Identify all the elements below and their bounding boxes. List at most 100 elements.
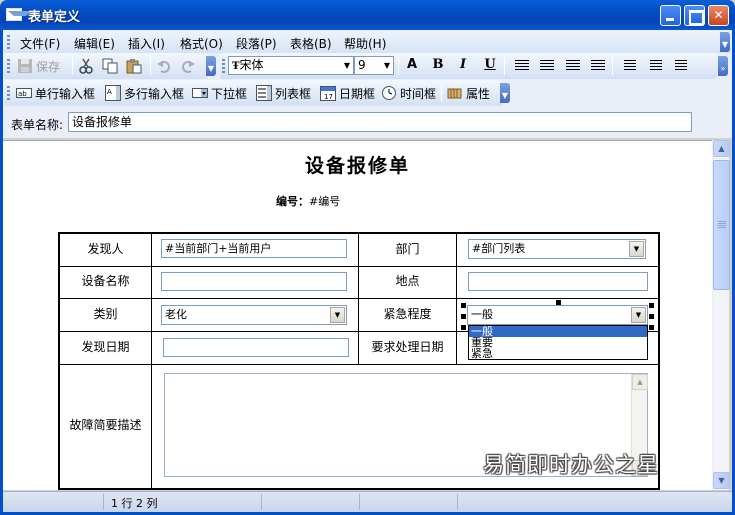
resize-handle[interactable]	[461, 314, 466, 319]
font-size-select[interactable]: 9 ▼	[354, 56, 394, 75]
multi-input-button[interactable]: A 多行输入框	[105, 84, 184, 102]
resize-handle[interactable]	[649, 303, 654, 308]
form-name-row: 表单名称: 设备报修单	[3, 110, 732, 138]
bold-button[interactable]: B	[429, 57, 447, 72]
font-size-value: 9	[358, 58, 366, 72]
separator	[441, 84, 442, 102]
minimize-button[interactable]	[660, 5, 681, 26]
align-center-icon[interactable]	[540, 60, 554, 71]
required-date-label: 要求处理日期	[371, 340, 444, 354]
number-value: #编号	[309, 195, 341, 208]
form-editor[interactable]: 设备报修单 编号：#编号 发现人 #当前部门+当前用户 部门 #部门列表 ▼ 设…	[3, 140, 712, 490]
finder-input[interactable]: #当前部门+当前用户	[161, 239, 347, 258]
department-value: #部门列表	[472, 242, 526, 255]
category-select[interactable]: 老化 ▼	[161, 305, 347, 325]
form-name-label: 表单名称:	[11, 118, 64, 132]
properties-label: 属性	[466, 86, 491, 101]
dropdown-button[interactable]: 下拉框	[192, 84, 247, 102]
underline-button[interactable]: U	[481, 57, 499, 72]
menu-format[interactable]: 格式(O)	[180, 35, 223, 52]
document-number: 编号：#编号	[276, 193, 340, 209]
resize-handle[interactable]	[461, 303, 466, 308]
align-left-icon[interactable]	[515, 60, 529, 71]
status-bar: 1 行 2 列	[3, 491, 732, 512]
save-label: 保存	[36, 59, 61, 74]
time-box-button[interactable]: 时间框	[381, 84, 436, 102]
separator	[72, 57, 73, 75]
resize-handle[interactable]	[649, 314, 654, 319]
menu-paragraph[interactable]: 段落(P)	[236, 35, 277, 52]
dropdown-icon	[192, 85, 208, 101]
category-value: 老化	[165, 308, 187, 321]
grip-handle[interactable]	[7, 86, 10, 100]
form-name-input[interactable]: 设备报修单	[68, 112, 692, 132]
resize-handle[interactable]	[556, 300, 561, 305]
bullet-list-icon[interactable]	[624, 60, 636, 71]
undo-button[interactable]	[156, 57, 175, 75]
urgency-options-list[interactable]: 一般 重要 紧急	[468, 325, 648, 360]
grip-handle[interactable]	[7, 59, 10, 73]
department-select[interactable]: #部门列表 ▼	[468, 239, 646, 259]
watermark-text: 易简即时办公之星	[483, 453, 659, 477]
align-right-icon[interactable]	[566, 60, 580, 71]
svg-text:A: A	[107, 88, 112, 96]
menu-help[interactable]: 帮助(H)	[344, 35, 386, 52]
listbox-label: 列表框	[275, 86, 312, 101]
align-justify-icon[interactable]	[591, 60, 605, 71]
option-urgent[interactable]: 紧急	[469, 348, 647, 359]
single-input-button[interactable]: ab 单行输入框	[16, 84, 95, 102]
separator	[504, 57, 505, 75]
menu-file[interactable]: 文件(F)	[20, 35, 60, 52]
mail-icon	[6, 8, 32, 21]
textarea-icon: A	[105, 85, 121, 101]
textbox-icon: ab	[16, 85, 32, 101]
device-name-input[interactable]	[161, 272, 347, 291]
listbox-button[interactable]: 列表框	[256, 84, 311, 102]
time-box-label: 时间框	[400, 86, 437, 101]
scroll-thumb[interactable]	[713, 160, 730, 290]
scroll-up-icon[interactable]: ▲	[713, 140, 730, 157]
hand-pointer-icon	[447, 85, 463, 101]
separator	[150, 57, 151, 75]
location-input[interactable]	[468, 272, 648, 291]
controls-overflow-chevron-icon[interactable]: ▼	[500, 83, 510, 103]
scroll-up-icon[interactable]: ▲	[632, 374, 648, 390]
close-button[interactable]: ✕	[708, 5, 729, 26]
menu-insert[interactable]: 插入(I)	[128, 35, 165, 52]
font-color-button[interactable]: A	[403, 57, 421, 72]
calendar-icon: 17	[320, 85, 336, 101]
editor-vertical-scrollbar[interactable]: ▲ ▼	[712, 140, 730, 490]
italic-button[interactable]: I	[454, 57, 472, 72]
resize-handle[interactable]	[649, 325, 654, 330]
menu-overflow-chevron-icon[interactable]: ▼	[720, 32, 730, 52]
grip-handle[interactable]	[222, 59, 225, 73]
option-important[interactable]: 重要	[469, 337, 647, 348]
scroll-down-icon[interactable]: ▼	[713, 472, 730, 489]
found-date-label: 发现日期	[81, 340, 130, 354]
numbered-list-icon[interactable]	[650, 60, 662, 71]
separator	[398, 57, 399, 75]
scissors-icon	[78, 58, 94, 74]
indent-icon[interactable]	[675, 60, 687, 71]
found-date-input[interactable]	[163, 338, 349, 357]
paste-button[interactable]	[126, 57, 145, 75]
svg-text:17: 17	[324, 93, 333, 101]
menu-edit[interactable]: 编辑(E)	[74, 35, 115, 52]
urgency-select[interactable]: 一般 ▼	[467, 305, 648, 325]
copy-button[interactable]	[102, 57, 121, 75]
grip-handle[interactable]	[7, 35, 10, 49]
save-button[interactable]: 保存	[17, 57, 60, 75]
font-name-select[interactable]: Ŧ宋体 ▼	[228, 56, 354, 75]
toolbar-overflow-chevron-icon[interactable]: ▼	[206, 56, 216, 76]
maximize-button[interactable]	[684, 5, 705, 26]
resize-handle[interactable]	[461, 325, 466, 330]
clipboard-icon	[126, 58, 142, 74]
cut-button[interactable]	[78, 57, 97, 75]
redo-button[interactable]	[180, 57, 199, 75]
properties-button[interactable]: 属性	[447, 84, 490, 102]
format-overflow-chevron-icon[interactable]: »	[718, 56, 728, 76]
listbox-icon	[256, 85, 272, 101]
date-box-button[interactable]: 17 日期框	[320, 84, 375, 102]
option-normal[interactable]: 一般	[469, 326, 647, 337]
menu-table[interactable]: 表格(B)	[290, 35, 332, 52]
